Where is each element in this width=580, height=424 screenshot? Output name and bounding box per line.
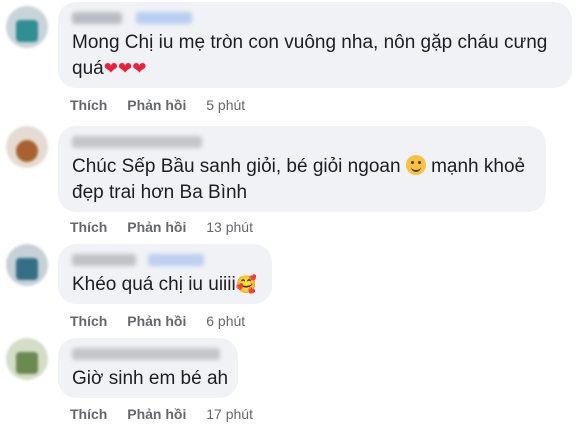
avatar[interactable] xyxy=(6,126,48,168)
comment-actions: Thích Phản hồi 17 phút xyxy=(70,406,269,422)
comment-bubble: Khéo quá chị iu uiiii🥰 xyxy=(58,244,272,304)
avatar[interactable] xyxy=(6,338,48,380)
comment-timestamp[interactable]: 17 phút xyxy=(206,406,253,422)
reply-button[interactable]: Phản hồi xyxy=(127,97,186,113)
smiling-face-with-hearts-icon: 🥰 xyxy=(235,275,257,294)
comment-text-line: Khéo quá chị iu uiiii xyxy=(72,274,236,295)
comment-text: Giờ sinh em bé ah xyxy=(72,366,228,392)
like-button[interactable]: Thích xyxy=(70,97,107,113)
comment-text-line: mạnh khoẻ xyxy=(431,156,526,177)
comment-text-line: đẹp trai hơn Ba Bình xyxy=(72,182,248,203)
comment-bubble: Mong Chị iu mẹ tròn con vuông nha, nôn g… xyxy=(58,2,572,88)
like-button[interactable]: Thích xyxy=(70,313,107,329)
comment-text: Mong Chị iu mẹ tròn con vuông nha, nôn g… xyxy=(72,30,558,82)
reply-button[interactable]: Phản hồi xyxy=(127,219,186,235)
comment-actions: Thích Phản hồi 6 phút xyxy=(70,313,261,329)
comment-bubble: Chúc Sếp Bầu sanh giỏi, bé giỏi ngoan mạ… xyxy=(58,126,546,212)
smiley-icon xyxy=(405,155,426,175)
like-button[interactable]: Thích xyxy=(70,219,107,235)
commenter-name-blurred[interactable] xyxy=(72,346,224,362)
reply-button[interactable]: Phản hồi xyxy=(127,313,186,329)
comment-bubble: Giờ sinh em bé ah xyxy=(58,338,238,398)
comment-timestamp[interactable]: 6 phút xyxy=(206,313,245,329)
comment-timestamp[interactable]: 5 phút xyxy=(206,97,245,113)
comment-text-line: Chúc Sếp Bầu sanh giỏi, bé giỏi ngoan xyxy=(72,156,401,177)
avatar[interactable] xyxy=(6,244,48,286)
comment-text-line: Mong Chị iu mẹ tròn con vuông nha, nôn g… xyxy=(72,32,548,53)
comment-actions: Thích Phản hồi 5 phút xyxy=(70,97,261,113)
heart-emoji-icon: ❤❤❤ xyxy=(103,59,147,78)
commenter-name-blurred[interactable] xyxy=(72,252,258,268)
like-button[interactable]: Thích xyxy=(70,406,107,422)
comment-text: Chúc Sếp Bầu sanh giỏi, bé giỏi ngoan mạ… xyxy=(72,154,532,206)
comment-timestamp[interactable]: 13 phút xyxy=(206,219,253,235)
commenter-name-blurred[interactable] xyxy=(72,134,532,150)
reply-button[interactable]: Phản hồi xyxy=(127,406,186,422)
commenter-name-blurred[interactable] xyxy=(72,10,558,26)
comment-actions: Thích Phản hồi 13 phút xyxy=(70,219,269,235)
comment-text: Khéo quá chị iu uiiii🥰 xyxy=(72,272,258,298)
comment-text-line: Giờ sinh em bé ah xyxy=(72,368,229,389)
avatar[interactable] xyxy=(6,6,48,48)
comment-text-line: quá xyxy=(72,58,104,79)
